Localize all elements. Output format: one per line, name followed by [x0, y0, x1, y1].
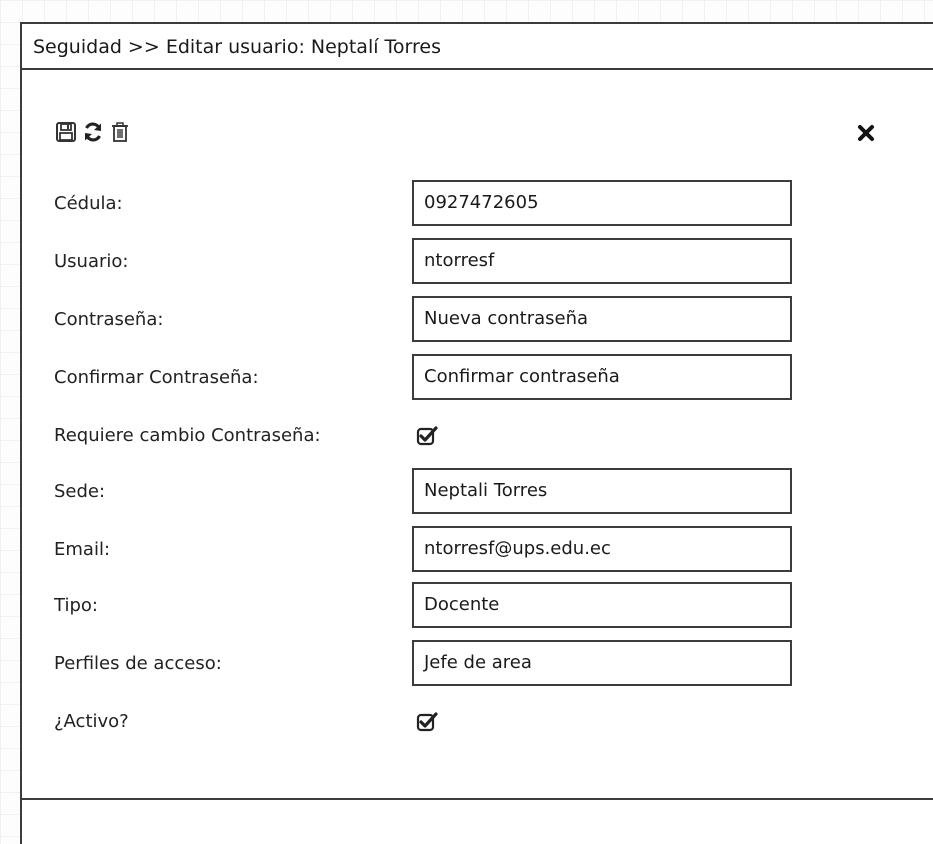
row-contrasena: Contraseña: Nueva contraseña — [54, 296, 814, 344]
email-field[interactable]: ntorresf@ups.edu.ec — [412, 526, 792, 572]
row-confirmar: Confirmar Contraseña: Confirmar contrase… — [54, 354, 814, 402]
canvas: Seguidad >> Editar usuario: Neptalí Torr… — [0, 0, 933, 844]
tipo-label: Tipo: — [54, 595, 98, 616]
tipo-field[interactable]: Docente — [412, 582, 792, 628]
cedula-label: Cédula: — [54, 193, 123, 214]
confirmar-label: Confirmar Contraseña: — [54, 367, 259, 388]
breadcrumb-title: Seguidad >> Editar usuario: Neptalí Torr… — [22, 24, 933, 70]
row-usuario: Usuario: ntorresf — [54, 238, 814, 286]
requiere-cambio-checkbox[interactable] — [416, 425, 438, 447]
password-field[interactable]: Nueva contraseña — [412, 296, 792, 342]
checkbox-checked-icon — [416, 426, 438, 446]
sede-field[interactable]: Neptali Torres — [412, 468, 792, 514]
contrasena-label: Contraseña: — [54, 309, 164, 330]
confirm-password-field[interactable]: Confirmar contraseña — [412, 354, 792, 400]
trash-icon[interactable] — [108, 119, 132, 145]
toolbar — [54, 118, 132, 146]
activo-checkbox[interactable] — [416, 711, 438, 733]
usuario-field[interactable]: ntorresf — [412, 238, 792, 284]
cedula-field[interactable]: 0927472605 — [412, 180, 792, 226]
email-label: Email: — [54, 539, 111, 560]
close-icon[interactable] — [854, 121, 878, 145]
sede-label: Sede: — [54, 481, 106, 502]
footer-divider — [22, 798, 933, 800]
requiere-cambio-label: Requiere cambio Contraseña: — [54, 425, 321, 446]
row-email: Email: ntorresf@ups.edu.ec — [54, 526, 814, 574]
usuario-label: Usuario: — [54, 251, 129, 272]
row-requiere-cambio: Requiere cambio Contraseña: — [54, 412, 814, 460]
perfiles-label: Perfiles de acceso: — [54, 653, 222, 674]
row-activo: ¿Activo? — [54, 698, 814, 746]
row-sede: Sede: Neptali Torres — [54, 468, 814, 516]
perfiles-field[interactable]: Jefe de area — [412, 640, 792, 686]
save-icon[interactable] — [54, 119, 78, 145]
row-cedula: Cédula: 0927472605 — [54, 180, 814, 228]
row-tipo: Tipo: Docente — [54, 582, 814, 630]
checkbox-checked-icon — [416, 712, 438, 732]
edit-user-panel: Seguidad >> Editar usuario: Neptalí Torr… — [20, 22, 933, 844]
row-perfiles: Perfiles de acceso: Jefe de area — [54, 640, 814, 688]
refresh-icon[interactable] — [81, 119, 105, 145]
activo-label: ¿Activo? — [54, 711, 129, 732]
